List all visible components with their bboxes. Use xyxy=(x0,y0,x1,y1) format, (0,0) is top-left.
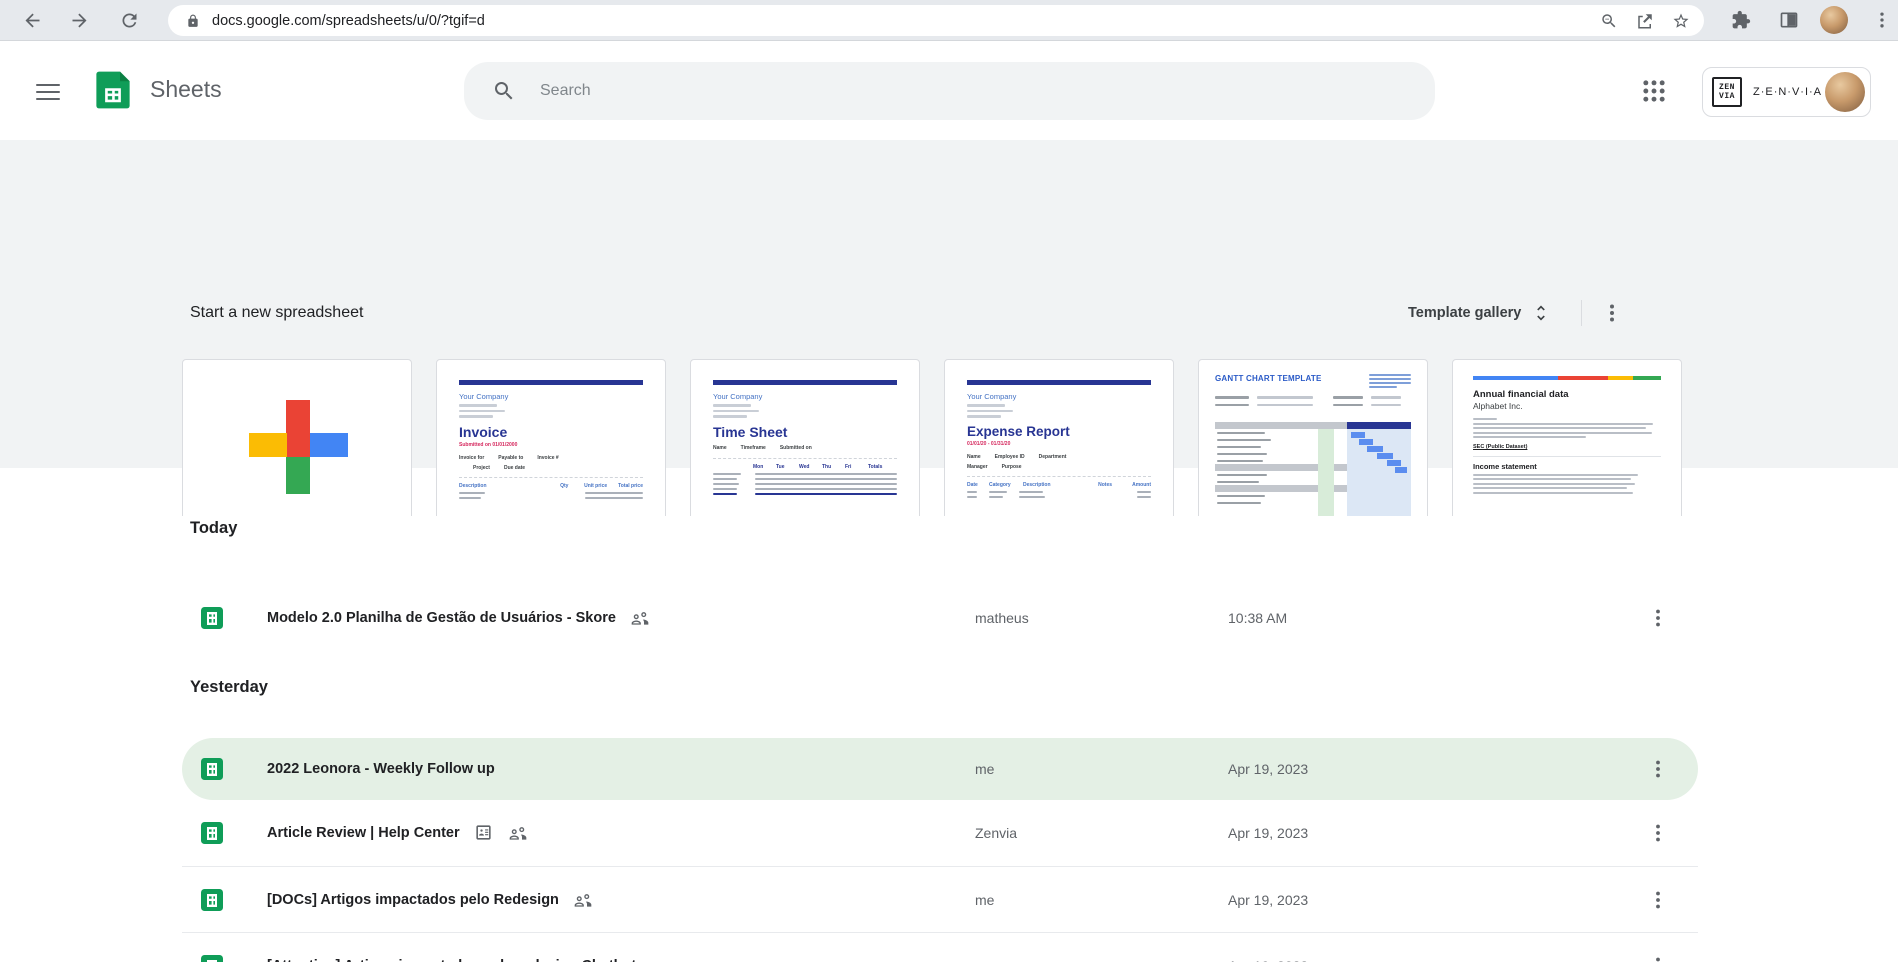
template-card-gantt[interactable]: GANTT CHART TEMPLATE xyxy=(1198,359,1428,528)
app-title[interactable]: Sheets xyxy=(150,76,222,103)
template-gallery-button[interactable]: Template gallery xyxy=(1400,299,1559,327)
sheets-file-icon xyxy=(200,757,224,781)
file-date: Apr 19, 2023 xyxy=(1228,891,1309,908)
app-header: Sheets ZENVIA Z·E·N·V·I·A xyxy=(0,41,1898,140)
file-more-options-button[interactable] xyxy=(1646,757,1670,781)
main-menu-icon[interactable] xyxy=(36,79,60,103)
people-icon xyxy=(508,823,528,843)
template-section-title: Start a new spreadsheet xyxy=(190,304,364,321)
zoom-out-icon[interactable] xyxy=(1600,12,1618,30)
search-input[interactable] xyxy=(540,82,1435,100)
badge-icon xyxy=(474,823,494,843)
share-icon[interactable] xyxy=(1636,12,1654,30)
template-card-timesheet[interactable]: Your Company Time Sheet Name Timeframe S… xyxy=(690,359,920,528)
file-title: Modelo 2.0 Planilha de Gestão de Usuário… xyxy=(267,610,616,626)
account-brand-text: Z·E·N·V·I·A xyxy=(1752,86,1823,98)
file-more-options-button[interactable] xyxy=(1646,821,1670,845)
search-icon xyxy=(495,82,513,100)
section-heading: Yesterday xyxy=(190,678,268,696)
back-icon[interactable] xyxy=(22,10,43,31)
account-box[interactable]: ZEN VIA Z·E·N·V·I·A xyxy=(1702,67,1871,117)
browser-profile-avatar[interactable] xyxy=(1820,6,1848,34)
file-owner: me xyxy=(975,761,995,777)
divider xyxy=(1581,300,1583,326)
file-more-options-button[interactable] xyxy=(1646,954,1670,962)
file-more-options-button[interactable] xyxy=(1646,888,1670,912)
reload-icon[interactable] xyxy=(119,10,140,31)
url-text: docs.google.com/spreadsheets/u/0/?tgif=d xyxy=(212,12,485,29)
bookmark-star-icon[interactable] xyxy=(1672,12,1690,30)
file-date: 10:38 AM xyxy=(1228,610,1288,626)
extensions-icon[interactable] xyxy=(1731,10,1751,30)
sheets-file-icon xyxy=(200,888,224,912)
file-date: Apr 19, 2023 xyxy=(1228,958,1538,962)
people-icon xyxy=(630,608,650,628)
side-panel-icon[interactable] xyxy=(1779,10,1799,30)
google-apps-grid-icon[interactable] xyxy=(1640,77,1668,105)
file-row[interactable]: Modelo 2.0 Planilha de Gestão de Usuário… xyxy=(182,585,1698,651)
forward-icon[interactable] xyxy=(69,10,90,31)
sheets-logo-icon[interactable] xyxy=(92,69,134,111)
file-row[interactable]: [Attention] Artigos impactados pelo rede… xyxy=(182,932,1698,962)
browser-menu-kebab-icon[interactable] xyxy=(1872,10,1892,30)
file-more-options-button[interactable] xyxy=(1646,606,1670,630)
zenvia-logo-icon: ZEN VIA xyxy=(1712,77,1742,107)
file-title: [DOCs] Artigos impactados pelo Redesign xyxy=(267,891,559,908)
file-date: Apr 19, 2023 xyxy=(1228,761,1309,777)
file-row[interactable]: Article Review | Help Center Zenvia Apr 19… xyxy=(182,800,1698,866)
file-row[interactable]: [DOCs] Artigos impactados pelo Redesign m… xyxy=(182,866,1698,932)
sheets-file-icon xyxy=(200,954,224,962)
template-card-blank[interactable] xyxy=(182,359,412,528)
template-card-expense[interactable]: Your Company Expense Report 01/01/20 - 0… xyxy=(944,359,1174,528)
section-heading: Today xyxy=(190,519,238,537)
template-section: Start a new spreadsheet Template gallery… xyxy=(0,140,1898,579)
plus-icon xyxy=(286,400,310,457)
file-title: Article Review | Help Center xyxy=(267,825,460,841)
file-row[interactable]: 2022 Leonora - Weekly Follow up me Apr 19,… xyxy=(182,738,1698,800)
people-icon xyxy=(573,890,593,910)
template-menu-kebab-icon[interactable] xyxy=(1600,301,1624,325)
file-owner: matheus xyxy=(975,610,1029,626)
sheets-file-icon xyxy=(200,821,224,845)
address-bar[interactable]: docs.google.com/spreadsheets/u/0/?tgif=d xyxy=(168,5,1704,36)
file-title: 2022 Leonora - Weekly Follow up xyxy=(267,761,495,777)
file-owner: Zenvia xyxy=(975,825,1018,841)
browser-toolbar: docs.google.com/spreadsheets/u/0/?tgif=d xyxy=(0,0,1898,41)
template-card-invoice[interactable]: Your Company Invoice Submitted on 01/01/… xyxy=(436,359,666,528)
search-bar[interactable] xyxy=(464,62,1435,120)
sheets-file-icon xyxy=(200,606,224,630)
file-date: Apr 19, 2023 xyxy=(1228,825,1309,841)
file-list: Today Modelo 2.0 Planilha de Gestão de Us… xyxy=(182,516,1698,962)
file-title: [Attention] Artigos impactados pelo rede… xyxy=(267,958,636,962)
unfold-more-icon xyxy=(1537,305,1546,321)
template-card-annual[interactable]: Annual financial data Alphabet Inc. SEC … xyxy=(1452,359,1682,528)
file-list-section: Owned by anyone Last opened by me A Z To… xyxy=(0,516,1898,962)
file-owner: me xyxy=(975,891,995,908)
account-avatar[interactable] xyxy=(1825,72,1865,112)
lock-icon xyxy=(188,14,198,27)
